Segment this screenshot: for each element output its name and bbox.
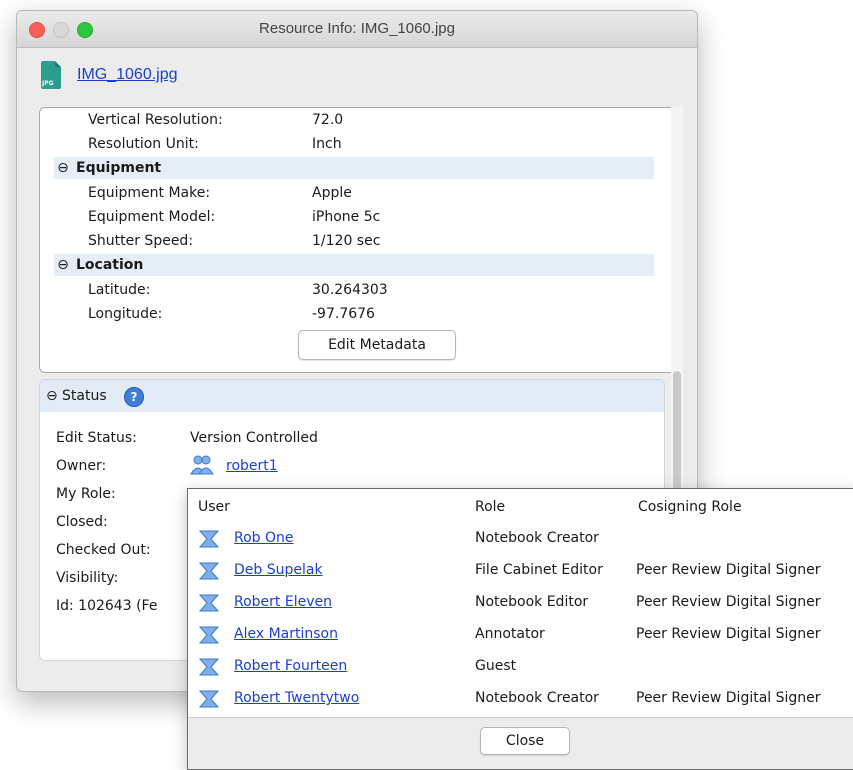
status-label: Checked Out: <box>56 542 151 558</box>
section-title: Equipment <box>76 160 162 176</box>
table-row: Alex Martinson Annotator Peer Review Dig… <box>188 619 853 651</box>
user-cosigning-role: Peer Review Digital Signer <box>636 690 821 706</box>
user-link[interactable]: Alex Martinson <box>234 626 338 642</box>
user-cosigning-role: Peer Review Digital Signer <box>636 594 821 610</box>
metadata-label: Vertical Resolution: <box>88 112 223 128</box>
user-role: Guest <box>475 658 517 674</box>
table-row: Robert Twentytwo Notebook Creator Peer R… <box>188 683 853 715</box>
status-label: My Role: <box>56 486 116 502</box>
user-role: Notebook Editor <box>475 594 589 610</box>
metadata-label: Shutter Speed: <box>88 233 194 249</box>
metadata-label: Equipment Model: <box>88 209 216 225</box>
user-icon <box>198 530 220 548</box>
status-title: Status <box>62 388 107 404</box>
metadata-value: Inch <box>312 136 342 152</box>
table-row: Deb Supelak File Cabinet Editor Peer Rev… <box>188 555 853 587</box>
user-role: Notebook Creator <box>475 530 599 546</box>
table-row: Robert Eleven Notebook Editor Peer Revie… <box>188 587 853 619</box>
user-icon <box>198 562 220 580</box>
user-cosigning-role: Peer Review Digital Signer <box>636 562 821 578</box>
user-icon <box>198 594 220 612</box>
user-roles-table: User Role Cosigning Role Rob One Noteboo… <box>188 489 853 718</box>
metadata-value: Apple <box>312 185 352 201</box>
section-location[interactable]: ⊖ Location <box>54 254 654 276</box>
user-role: Notebook Creator <box>475 690 599 706</box>
close-button[interactable]: Close <box>480 727 570 755</box>
collapse-icon[interactable]: ⊖ <box>46 380 58 412</box>
table-row: Robert Fourteen Guest <box>188 651 853 683</box>
column-header-user: User <box>198 499 230 515</box>
metadata-value: 30.264303 <box>312 282 388 298</box>
user-role: Annotator <box>475 626 545 642</box>
window-title: Resource Info: IMG_1060.jpg <box>259 20 455 37</box>
help-icon[interactable]: ? <box>124 387 144 407</box>
section-title: Location <box>76 257 144 273</box>
status-value: Version Controlled <box>190 430 318 446</box>
status-label: Closed: <box>56 514 108 530</box>
user-icon <box>198 658 220 676</box>
metadata-value: iPhone 5c <box>312 209 381 225</box>
owner-link[interactable]: robert1 <box>226 454 278 478</box>
column-header-cosigning-role: Cosigning Role <box>638 499 742 515</box>
status-label: Id: 102643 (Fe <box>56 598 158 614</box>
user-role: File Cabinet Editor <box>475 562 603 578</box>
user-roles-popup: User Role Cosigning Role Rob One Noteboo… <box>187 488 853 770</box>
column-header-role: Role <box>475 499 506 515</box>
user-link[interactable]: Deb Supelak <box>234 562 323 578</box>
metadata-label: Longitude: <box>88 306 163 322</box>
status-header[interactable]: ⊖ Status ? <box>40 380 664 412</box>
section-equipment[interactable]: ⊖ Equipment <box>54 157 654 179</box>
collapse-icon[interactable]: ⊖ <box>54 157 72 179</box>
metadata-label: Resolution Unit: <box>88 136 199 152</box>
user-icon <box>198 690 220 708</box>
edit-metadata-button[interactable]: Edit Metadata <box>298 330 456 360</box>
table-row: Rob One Notebook Creator <box>188 523 853 555</box>
status-label: Visibility: <box>56 570 119 586</box>
metadata-panel: Vertical Resolution: 72.0 Resolution Uni… <box>39 107 681 373</box>
file-name-link[interactable]: IMG_1060.jpg <box>77 66 178 84</box>
user-link[interactable]: Robert Twentytwo <box>234 690 359 706</box>
status-label: Owner: <box>56 458 107 474</box>
metadata-value: 72.0 <box>312 112 344 128</box>
user-link[interactable]: Robert Eleven <box>234 594 332 610</box>
group-users-icon <box>190 455 214 475</box>
metadata-label: Equipment Make: <box>88 185 211 201</box>
metadata-value: 1/120 sec <box>312 233 381 249</box>
user-link[interactable]: Robert Fourteen <box>234 658 347 674</box>
user-link[interactable]: Rob One <box>234 530 294 546</box>
title-bar[interactable]: Resource Info: IMG_1060.jpg <box>17 11 697 48</box>
status-label: Edit Status: <box>56 430 137 446</box>
metadata-label: Latitude: <box>88 282 151 298</box>
user-cosigning-role: Peer Review Digital Signer <box>636 626 821 642</box>
user-icon <box>198 626 220 644</box>
collapse-icon[interactable]: ⊖ <box>54 254 72 276</box>
jpg-file-icon: JPG <box>41 61 61 89</box>
metadata-value: -97.7676 <box>312 306 375 322</box>
